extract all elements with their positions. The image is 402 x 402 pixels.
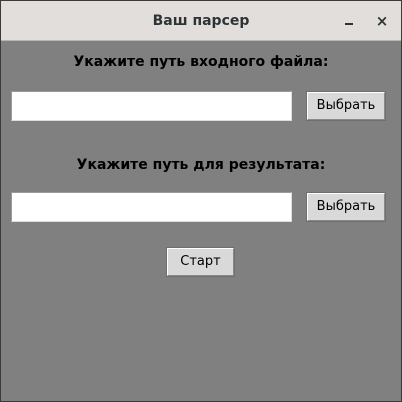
app-window: Ваш парсер × Укажите путь входного файла… (0, 0, 402, 402)
title-bar[interactable]: Ваш парсер × (1, 1, 401, 41)
close-icon: × (375, 11, 389, 30)
input-path-label: Укажите путь входного файла: (73, 54, 329, 70)
output-path-label: Укажите путь для результата: (76, 157, 326, 173)
output-path-field[interactable] (11, 192, 292, 222)
browse-input-button[interactable]: Выбрать (307, 92, 385, 120)
minimize-button[interactable] (335, 1, 363, 41)
minimize-icon (345, 23, 353, 25)
main-content: Укажите путь входного файла: Выбрать Ука… (1, 41, 401, 401)
start-button[interactable]: Старт (167, 248, 234, 276)
browse-output-button[interactable]: Выбрать (307, 193, 385, 221)
close-button[interactable]: × (368, 1, 396, 41)
input-path-field[interactable] (11, 91, 292, 121)
